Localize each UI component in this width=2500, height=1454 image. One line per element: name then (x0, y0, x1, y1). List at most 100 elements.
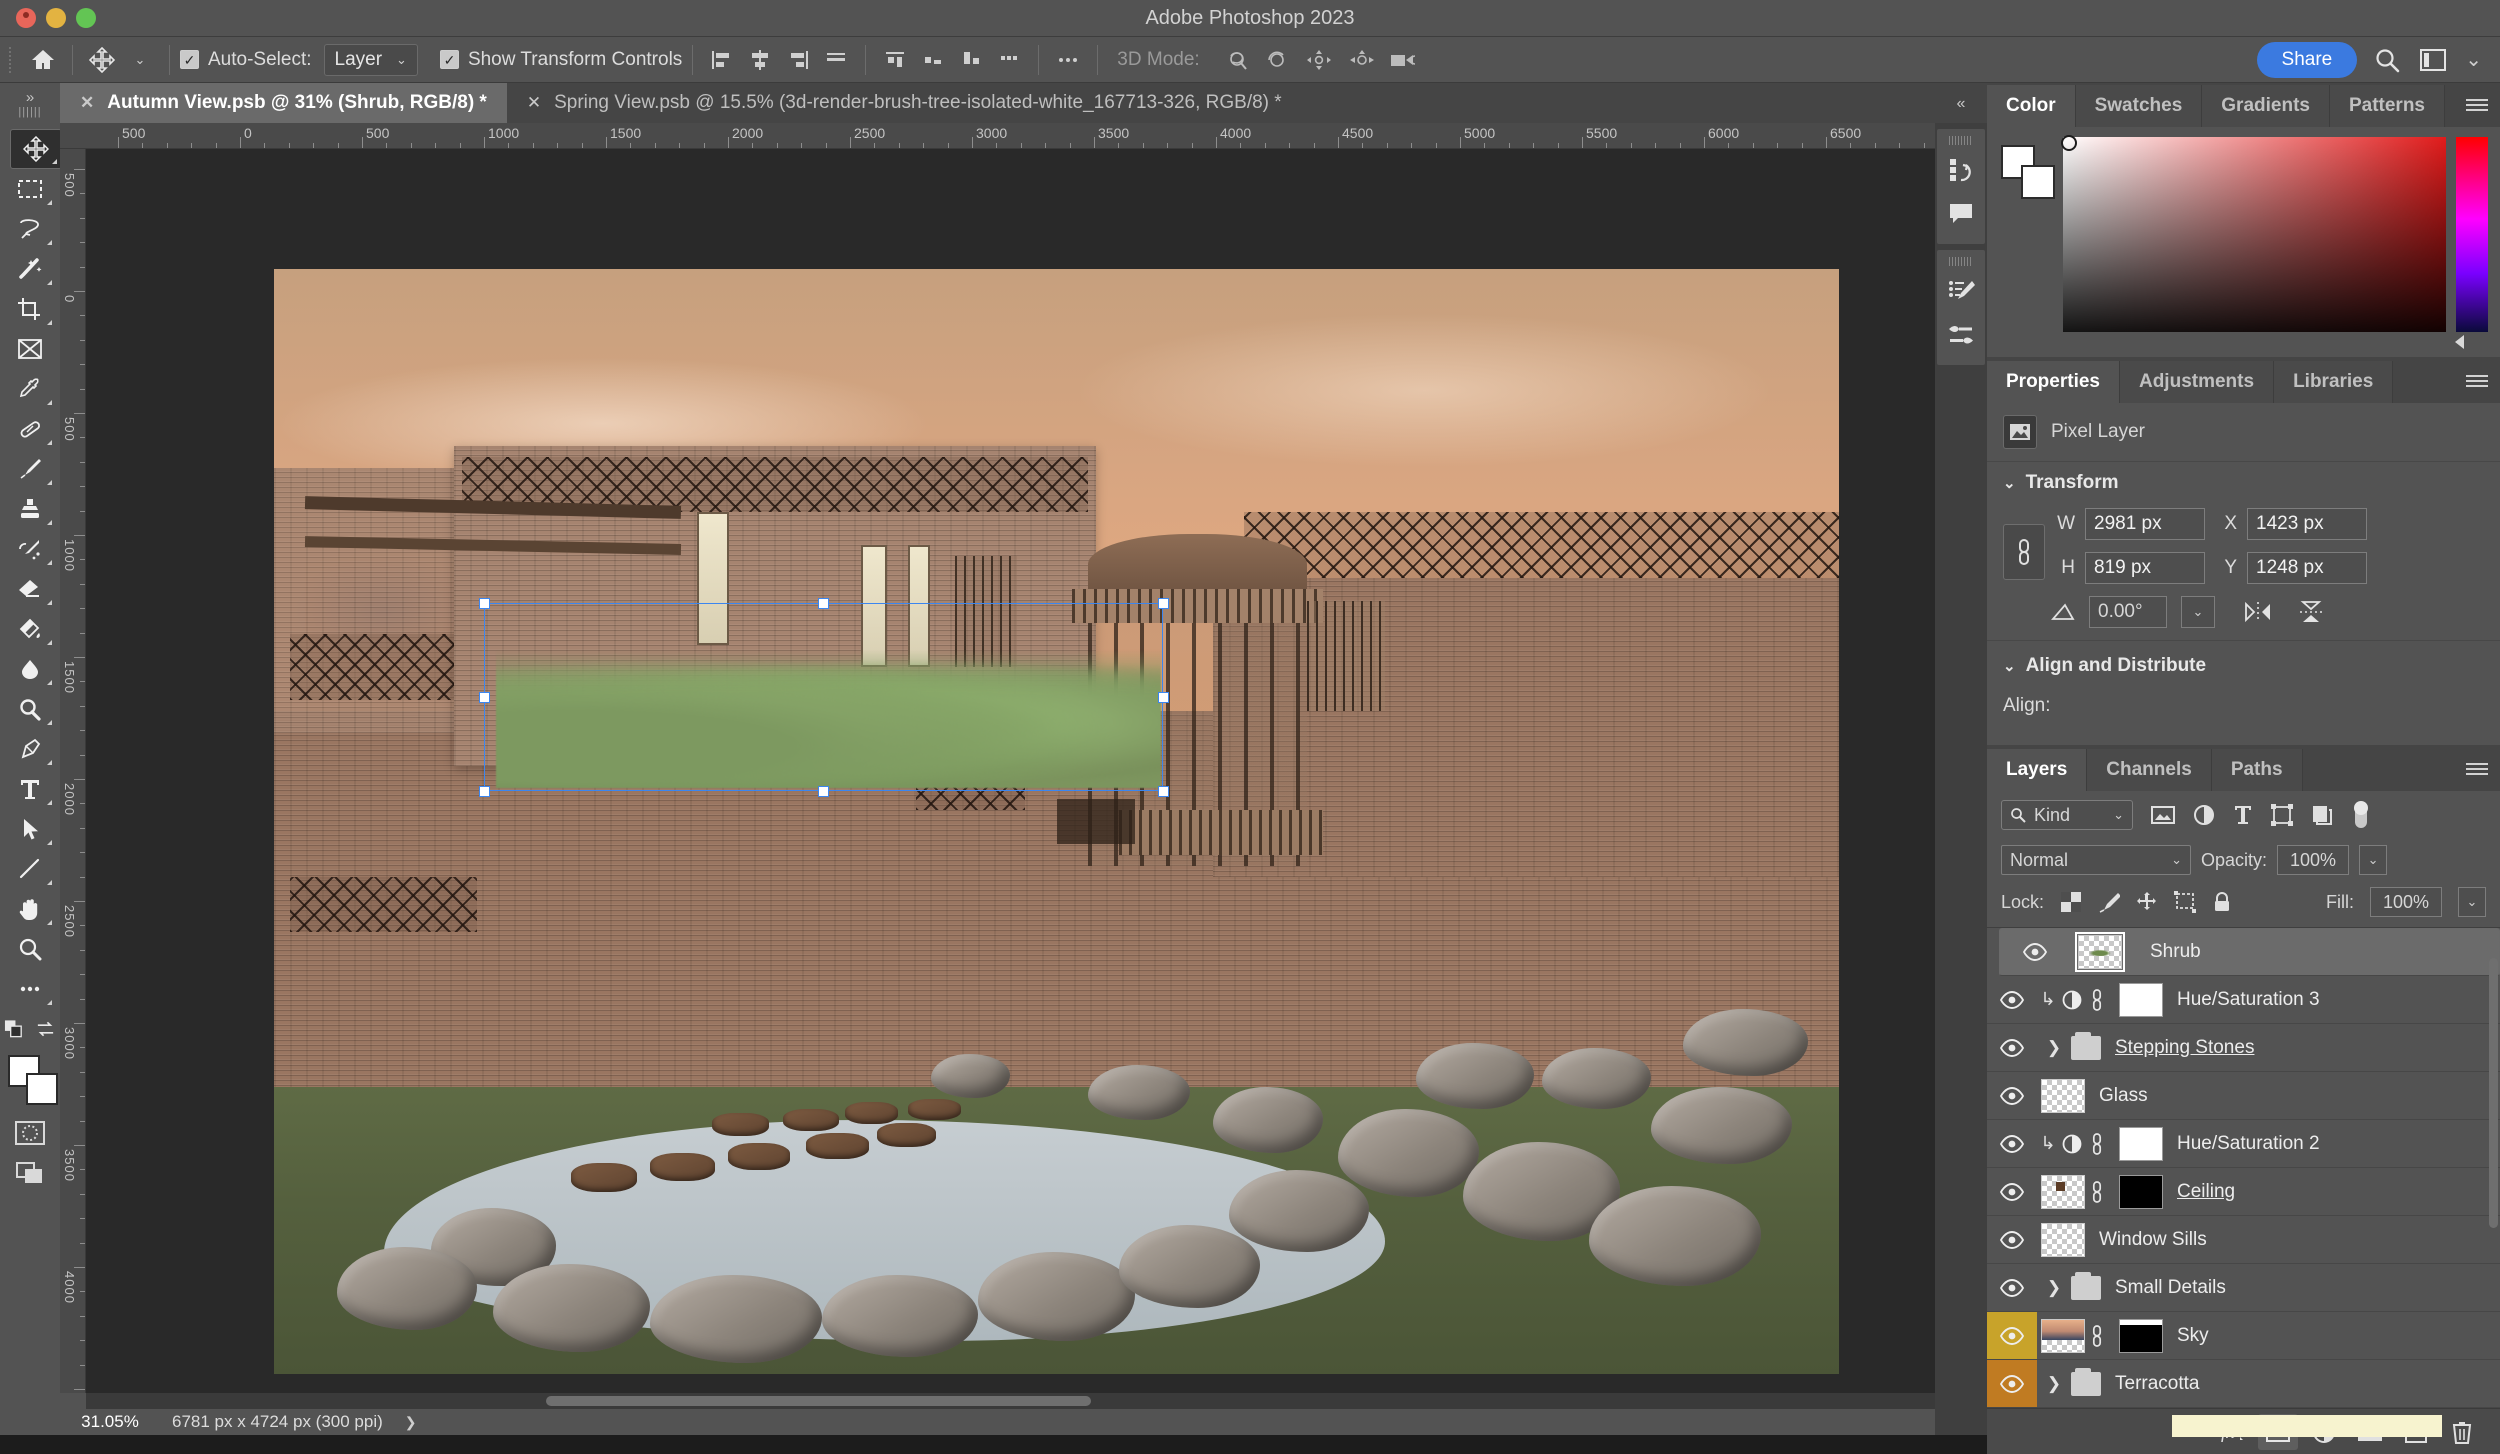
transform-handle-top-center[interactable] (818, 597, 830, 609)
opacity-input[interactable]: 100% (2277, 845, 2350, 875)
layer-visibility-toggle[interactable] (1987, 1264, 2037, 1311)
lasso-tool[interactable] (4, 209, 56, 249)
artboard[interactable] (274, 269, 1839, 1374)
tab-color[interactable]: Color (1987, 85, 2076, 127)
mask-link-icon[interactable] (2085, 987, 2109, 1013)
transform-handle-bottom-center[interactable] (818, 785, 830, 797)
layer-visibility-toggle[interactable] (1987, 1216, 2037, 1263)
table-row[interactable]: Shrub (1999, 928, 2500, 976)
background-color-swatch[interactable] (2021, 165, 2055, 199)
healing-brush-tool[interactable] (4, 409, 56, 449)
layer-visibility-toggle[interactable] (2010, 929, 2060, 975)
eyedropper-tool[interactable] (4, 369, 56, 409)
edit-toolbar-ellipsis[interactable] (4, 969, 56, 1009)
screen-mode-icon[interactable] (4, 1153, 56, 1193)
frame-tool[interactable] (4, 329, 56, 369)
lock-all-icon[interactable] (2212, 891, 2232, 913)
lock-transparent-pixels-icon[interactable] (2060, 891, 2082, 913)
layer-filter-kind-select[interactable]: Kind ⌄ (2001, 800, 2133, 830)
layer-mask-thumbnail[interactable] (2119, 1174, 2163, 1209)
table-row[interactable]: Sky (1987, 1312, 2500, 1360)
move-tool[interactable] (10, 129, 62, 169)
path-selection-tool[interactable] (4, 809, 56, 849)
fill-input[interactable]: 100% (2370, 887, 2442, 917)
link-width-height-icon[interactable] (2003, 524, 2045, 580)
eraser-tool[interactable] (4, 569, 56, 609)
panel-menu-icon[interactable] (2466, 361, 2488, 403)
transform-handle-bottom-left[interactable] (478, 785, 490, 797)
history-icon[interactable] (1939, 148, 1983, 192)
color-swatches[interactable] (4, 1053, 58, 1105)
rail-grip[interactable] (1949, 134, 1973, 146)
background-color-swatch[interactable] (26, 1073, 58, 1105)
comments-icon[interactable] (1939, 192, 1983, 236)
layer-thumbnail[interactable] (2041, 1078, 2085, 1113)
blur-tool[interactable] (4, 649, 56, 689)
layer-visibility-toggle[interactable] (1987, 1024, 2037, 1071)
pixel-filter-icon[interactable] (2151, 805, 2175, 825)
close-icon[interactable]: ✕ (80, 93, 94, 113)
layer-visibility-toggle[interactable] (1987, 1168, 2037, 1215)
tab-properties[interactable]: Properties (1987, 361, 2120, 403)
tab-channels[interactable]: Channels (2087, 749, 2212, 791)
layer-name[interactable]: Small Details (2115, 1277, 2226, 1299)
scrollbar-thumb[interactable] (546, 1396, 1091, 1406)
transform-handle-middle-right[interactable] (1157, 691, 1169, 703)
mask-link-icon[interactable] (2085, 1131, 2109, 1157)
workspace-layout-icon[interactable] (2419, 47, 2447, 73)
table-row[interactable]: ❯ Stepping Stones (1987, 1024, 2500, 1072)
layer-thumbnail[interactable] (2041, 1222, 2085, 1257)
layer-mask-thumbnail[interactable] (2119, 1318, 2163, 1353)
tool-preset-chevron-icon[interactable]: ⌄ (121, 41, 159, 79)
y-input[interactable]: 1248 px (2247, 552, 2367, 584)
table-row[interactable]: ❯ Small Details (1987, 1264, 2500, 1312)
group-expand-chevron-icon[interactable]: ❯ (2045, 1374, 2063, 1394)
align-vertical-bottoms-icon[interactable] (952, 41, 990, 79)
layer-visibility-toggle[interactable] (1987, 976, 2037, 1023)
mask-link-icon[interactable] (2085, 1179, 2109, 1205)
align-horizontal-centers-icon[interactable] (741, 41, 779, 79)
layer-name[interactable]: Stepping Stones (2115, 1037, 2254, 1059)
mask-link-icon[interactable] (2085, 1323, 2109, 1349)
share-button[interactable]: Share (2256, 41, 2358, 78)
shape-filter-icon[interactable] (2271, 804, 2293, 826)
layer-name[interactable]: Hue/Saturation 2 (2177, 1133, 2320, 1155)
distribute-more-icon[interactable] (990, 41, 1028, 79)
pen-tool[interactable] (4, 729, 56, 769)
width-input[interactable]: 2981 px (2085, 508, 2205, 540)
tab-layers[interactable]: Layers (1987, 749, 2088, 791)
brushes-icon[interactable] (1939, 313, 1983, 357)
delete-layer-icon[interactable] (2442, 1414, 2482, 1450)
group-expand-chevron-icon[interactable]: ❯ (2045, 1038, 2063, 1058)
crop-tool[interactable] (4, 289, 56, 329)
color-panel-swatches[interactable] (1999, 143, 2057, 205)
3d-slide-icon[interactable] (1340, 41, 1382, 79)
transform-handle-top-left[interactable] (478, 597, 490, 609)
flip-horizontal-icon[interactable] (2243, 600, 2273, 624)
smart-object-filter-icon[interactable] (2311, 804, 2333, 826)
canvas-area[interactable] (86, 149, 1935, 1393)
layer-name[interactable]: Glass (2099, 1085, 2148, 1107)
layer-name[interactable]: Shrub (2150, 941, 2201, 963)
height-input[interactable]: 819 px (2085, 552, 2205, 584)
clone-stamp-tool[interactable] (4, 489, 56, 529)
3d-pan-icon[interactable] (1298, 41, 1340, 79)
align-top-edges-icon[interactable] (817, 41, 855, 79)
rail-grip[interactable] (1949, 255, 1973, 267)
transform-handle-middle-left[interactable] (478, 691, 490, 703)
more-options-icon[interactable] (1049, 41, 1087, 79)
layer-visibility-toggle[interactable] (1987, 1120, 2037, 1167)
layer-thumbnail[interactable] (2041, 1174, 2085, 1209)
document-tab-spring-view[interactable]: ✕ Spring View.psb @ 15.5% (3d-render-bru… (506, 83, 1302, 123)
align-left-edges-icon[interactable] (703, 41, 741, 79)
adjustment-filter-icon[interactable] (2193, 804, 2215, 826)
layer-mask-thumbnail[interactable] (2119, 1126, 2163, 1161)
table-row[interactable]: ❯ Terracotta (1987, 1360, 2500, 1408)
close-icon[interactable]: ✕ (527, 93, 541, 113)
filter-toggle-switch[interactable] (2351, 800, 2371, 830)
transform-handle-bottom-right[interactable] (1157, 785, 1169, 797)
fill-chevron-down-icon[interactable]: ⌄ (2458, 887, 2486, 917)
type-filter-icon[interactable] (2233, 804, 2253, 826)
collapse-panels-icon[interactable]: « (1935, 85, 1987, 123)
layer-list-scrollbar[interactable] (2489, 958, 2498, 1228)
